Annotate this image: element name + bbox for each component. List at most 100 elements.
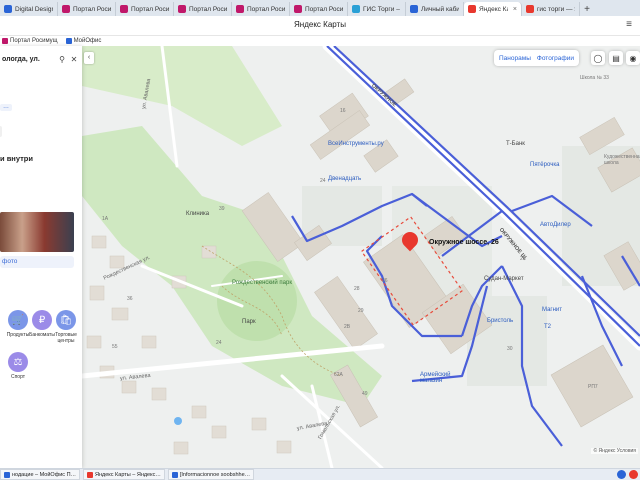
browser-tab[interactable]: Портал Росиму bbox=[174, 2, 232, 16]
poi-label[interactable]: Парк bbox=[242, 319, 256, 325]
poi-label[interactable]: Т-Банк bbox=[506, 141, 525, 147]
tab-label: Портал Росиму bbox=[247, 5, 285, 13]
bookmark-favicon-icon bbox=[2, 38, 8, 44]
poi-label: РП7 bbox=[588, 384, 598, 390]
category-label: Торговые центры bbox=[55, 332, 77, 344]
taskbar-app-icon bbox=[4, 471, 10, 478]
search-bar[interactable]: ологда, ул. ⚲ ✕ bbox=[0, 52, 80, 66]
bookmark-label: МойОфис bbox=[73, 38, 102, 44]
house-number: 49 bbox=[362, 391, 368, 397]
photo-link[interactable]: фото bbox=[0, 256, 74, 268]
category-button[interactable]: 🛍 Торговые центры bbox=[54, 310, 78, 344]
taskbar-item[interactable]: [Informacionnoe soobshhe… bbox=[167, 469, 255, 480]
browser-tab[interactable]: ГИС Торги – пр bbox=[348, 2, 406, 16]
tab-favicon-icon bbox=[236, 5, 244, 13]
category-button[interactable]: 🛒 Продукты bbox=[6, 310, 30, 344]
tab-favicon-icon bbox=[62, 5, 70, 13]
category-label: Банкоматы bbox=[29, 332, 55, 338]
poi-label[interactable]: АвтоДилер bbox=[540, 222, 571, 228]
map-canvas[interactable]: Окружное шоссе, 26 ВсеИнструменты.ру Две… bbox=[82, 46, 640, 468]
chip[interactable] bbox=[0, 126, 2, 137]
collapse-panel-button[interactable]: ‹ bbox=[84, 52, 94, 64]
poi-label[interactable]: Армейский магазин bbox=[420, 372, 470, 384]
browser-tab[interactable]: Портал Росиму bbox=[58, 2, 116, 16]
tab-label: Digital Design У bbox=[15, 5, 53, 13]
tab-favicon-icon bbox=[178, 5, 186, 13]
menu-icon[interactable]: ≡ bbox=[626, 19, 632, 30]
photos-button[interactable]: Фотографии bbox=[537, 55, 574, 62]
bookmark-favicon-icon bbox=[65, 38, 72, 44]
house-number: 28 bbox=[520, 256, 526, 262]
poi-label: Кудожественная школа bbox=[604, 154, 640, 166]
tray-icon[interactable] bbox=[617, 470, 626, 479]
layer-tabs: Панорамы Фотографии bbox=[494, 50, 580, 66]
taskbar-item-label: [Informacionnoe soobshhe… bbox=[179, 471, 251, 478]
poi-label[interactable]: Рождественский парк bbox=[227, 280, 297, 286]
browser-tab[interactable]: Яндекс Кар × bbox=[464, 2, 522, 16]
layers-icon[interactable]: ◯ bbox=[591, 51, 605, 65]
poi-label[interactable]: Двенадцать bbox=[328, 176, 361, 182]
browser-tab-strip: Digital Design У Портал Росиму Портал Роси… bbox=[0, 0, 640, 16]
taskbar-item-label: нодацие – МойОфис П… bbox=[12, 471, 77, 478]
search-input[interactable]: ологда, ул. bbox=[0, 56, 56, 63]
map-graphics bbox=[82, 46, 640, 468]
new-tab-button[interactable]: + bbox=[580, 2, 594, 16]
tab-favicon-icon bbox=[352, 5, 360, 13]
poi-label[interactable]: ВсеИнструменты.ру bbox=[328, 141, 384, 147]
tab-favicon-icon bbox=[410, 5, 418, 13]
page-header: Яндекс Карты ≡ bbox=[0, 16, 640, 36]
tab-favicon-icon bbox=[526, 5, 534, 13]
taskbar-item[interactable]: нодацие – МойОфис П… bbox=[0, 469, 81, 480]
taskbar-item[interactable]: Яндекс Карты – Яндекс… bbox=[83, 469, 165, 480]
tab-label: гис торги — Ян bbox=[537, 5, 575, 13]
tab-label: Личный кабин bbox=[421, 5, 459, 13]
bookmarks-bar: Портал Росимущ МойОфис bbox=[0, 36, 200, 46]
poi-label[interactable]: Судан-Маркет bbox=[484, 276, 524, 282]
bookmark-item[interactable]: МойОфис bbox=[65, 38, 102, 44]
house-number: 28 bbox=[354, 286, 360, 292]
category-icon: ⚖ bbox=[8, 352, 28, 372]
bookmark-item[interactable]: Портал Росимущ bbox=[2, 38, 58, 44]
browser-tab[interactable]: Портал Росиму bbox=[116, 2, 174, 16]
browser-tab[interactable]: Портал Росиму bbox=[232, 2, 290, 16]
category-icon: 🛒 bbox=[8, 310, 28, 330]
browser-tab[interactable]: Digital Design У bbox=[0, 2, 58, 16]
map-copyright[interactable]: © Яндекс Условия bbox=[591, 448, 638, 454]
traffic-icon[interactable]: ◉ bbox=[626, 51, 640, 65]
tab-favicon-icon bbox=[120, 5, 128, 13]
transport-icon[interactable]: ▤ bbox=[609, 51, 623, 65]
house-number: 55 bbox=[112, 344, 118, 350]
category-button[interactable]: ₽ Банкоматы bbox=[29, 310, 55, 344]
panoramas-button[interactable]: Панорамы bbox=[499, 55, 531, 62]
taskbar-item-label: Яндекс Карты – Яндекс… bbox=[95, 471, 161, 478]
place-photo[interactable] bbox=[0, 212, 74, 252]
poi-label[interactable]: Т2 bbox=[544, 324, 551, 330]
browser-tab[interactable]: Портал Росиму bbox=[290, 2, 348, 16]
house-number: 24 bbox=[216, 340, 222, 346]
search-icon[interactable]: ⚲ bbox=[56, 55, 68, 64]
category-grid: 🛒 Продукты ₽ Банкоматы 🛍 Торговые центры ⚖ Спор… bbox=[6, 310, 80, 380]
category-icon: ₽ bbox=[32, 310, 52, 330]
tab-favicon-icon bbox=[294, 5, 302, 13]
poi-label[interactable]: Магнит bbox=[542, 307, 562, 313]
more-button[interactable]: … bbox=[0, 104, 12, 111]
browser-tab[interactable]: гис торги — Ян bbox=[522, 2, 580, 16]
browser-tab[interactable]: Личный кабин bbox=[406, 2, 464, 16]
tab-label: Яндекс Кар bbox=[479, 5, 508, 13]
house-number: 36 bbox=[127, 296, 133, 302]
taskbar: нодацие – МойОфис П… Яндекс Карты – Яндек… bbox=[0, 468, 640, 480]
poi-label: Школа № 33 bbox=[580, 75, 609, 81]
close-icon[interactable]: ✕ bbox=[68, 55, 80, 64]
house-number: 26 bbox=[382, 278, 388, 284]
poi-label[interactable]: Клиника bbox=[186, 211, 209, 217]
tab-label: Портал Росиму bbox=[131, 5, 169, 13]
tray-icon[interactable] bbox=[629, 470, 638, 479]
tab-label: ГИС Торги – пр bbox=[363, 5, 401, 13]
tab-label: Портал Росиму bbox=[73, 5, 111, 13]
close-tab-icon[interactable]: × bbox=[513, 6, 517, 13]
taskbar-app-icon bbox=[87, 471, 94, 478]
tab-label: Портал Росиму bbox=[189, 5, 227, 13]
poi-label[interactable]: Бристоль bbox=[487, 318, 513, 324]
category-button[interactable]: ⚖ Спорт bbox=[6, 352, 30, 380]
poi-label[interactable]: Пятёрочка bbox=[530, 162, 559, 168]
